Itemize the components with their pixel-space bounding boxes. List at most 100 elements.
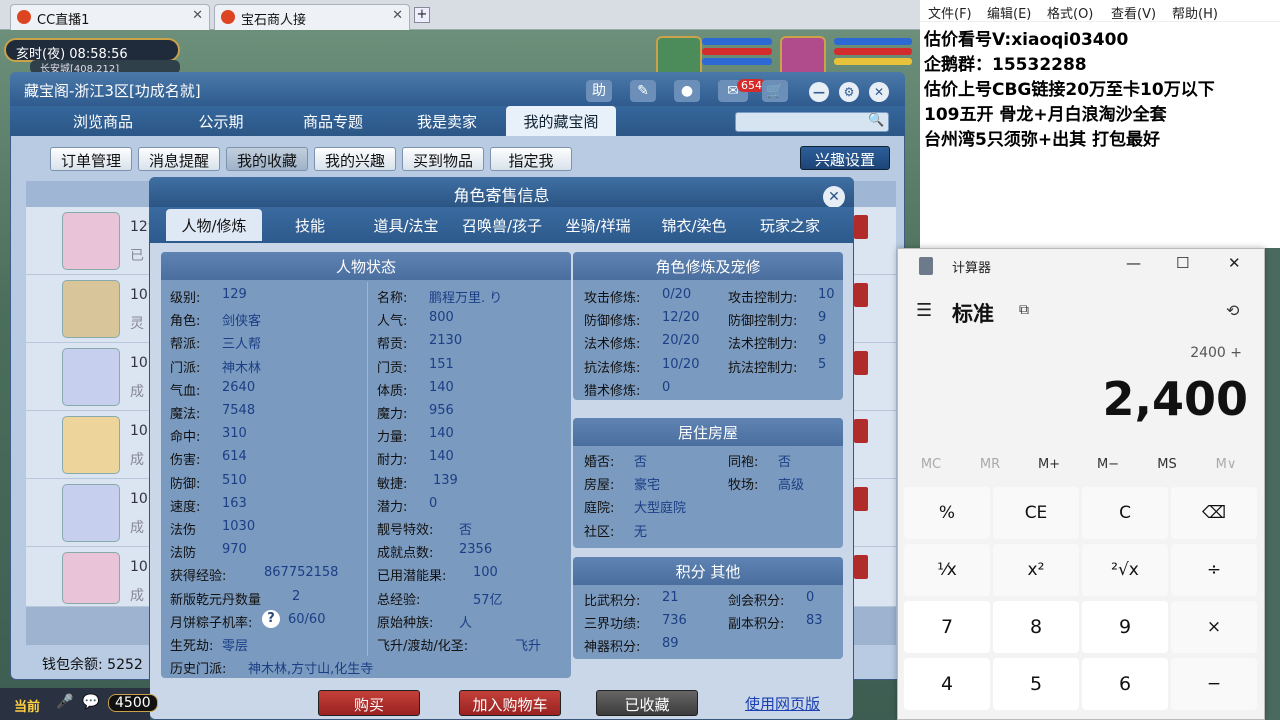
browser-tab-gem-merchant[interactable]: 宝石商人接 ✕ (214, 4, 410, 30)
search-input[interactable] (735, 112, 889, 132)
calculator-key[interactable]: ¹⁄x (904, 544, 990, 596)
dialog-title: 角色寄售信息 (149, 177, 854, 207)
list-item-status: 成 (130, 384, 144, 400)
designated-me-button[interactable]: 指定我 (490, 147, 572, 171)
buy-button[interactable]: 购买 (318, 690, 420, 716)
minimize-icon[interactable]: — (1126, 254, 1141, 272)
tab-seller[interactable]: 我是卖家 (392, 106, 502, 136)
calculator-key[interactable]: − (1171, 658, 1257, 710)
tab-player-home[interactable]: 玩家之家 (742, 209, 838, 241)
new-tab-button[interactable]: + (414, 7, 430, 23)
close-window-icon[interactable]: ✕ (869, 82, 889, 102)
memory-button[interactable]: MR (968, 457, 1012, 472)
help-question-icon[interactable]: ? (262, 609, 280, 628)
current-channel-label[interactable]: 当前 (14, 696, 40, 715)
stat-value: 510 (222, 472, 247, 488)
stat-value: 2130 (429, 333, 463, 349)
favorited-button[interactable]: 已收藏 (596, 690, 698, 716)
search-icon[interactable]: 🔍 (868, 113, 884, 128)
my-favorites-button[interactable]: 我的收藏 (226, 147, 308, 171)
calculator-key[interactable]: 6 (1082, 658, 1168, 710)
use-web-version-link[interactable]: 使用网页版 (745, 693, 820, 714)
history-icon[interactable]: ⟲ (1226, 301, 1239, 320)
tab-my-pavilion[interactable]: 我的藏宝阁 (506, 106, 616, 136)
tab-character-cultivation[interactable]: 人物/修炼 (166, 209, 262, 241)
panel-title: 居住房屋 (573, 418, 843, 446)
menu-help[interactable]: 帮助(H) (1172, 3, 1218, 22)
calculator-key[interactable]: x² (993, 544, 1079, 596)
tab-browse-goods[interactable]: 浏览商品 (48, 106, 158, 136)
calculator-key[interactable]: ⌫ (1171, 487, 1257, 539)
calculator-key[interactable]: 4 (904, 658, 990, 710)
menu-file[interactable]: 文件(F) (928, 3, 972, 22)
menu-format[interactable]: 格式(O) (1047, 3, 1093, 22)
tab-outfits-dyes[interactable]: 锦衣/染色 (646, 209, 742, 241)
memory-button[interactable]: M+ (1027, 457, 1071, 472)
stop-icon[interactable]: ● (674, 80, 700, 102)
stat-label: 帮贡: (377, 337, 408, 353)
close-dialog-icon[interactable]: ✕ (823, 186, 845, 208)
calculator-key[interactable]: × (1171, 601, 1257, 653)
memory-button[interactable]: M∨ (1204, 457, 1248, 472)
calculator-key[interactable]: 5 (993, 658, 1079, 710)
interest-settings-button[interactable]: 兴趣设置 (800, 146, 890, 170)
stat-field: 获得经验: 867752158 (170, 565, 338, 584)
stat-label: 魔力: (377, 407, 408, 422)
calculator-key[interactable]: ÷ (1171, 544, 1257, 596)
keep-on-top-icon[interactable]: ⧉ (1019, 302, 1029, 318)
message-reminder-button[interactable]: 消息提醒 (138, 147, 220, 171)
calculator-key[interactable]: CE (993, 487, 1079, 539)
memory-button[interactable]: MC (909, 457, 953, 472)
settings-gear-icon[interactable]: ⚙ (839, 82, 859, 102)
stat-field: 角色: 剑侠客 (170, 310, 261, 329)
stat-value: 2356 (459, 542, 493, 558)
stat-label: 生死劫: (170, 639, 214, 654)
notepad-menu-bar (920, 0, 1280, 22)
close-icon[interactable]: ✕ (1228, 254, 1241, 272)
stat-value: 151 (429, 356, 454, 372)
close-tab-icon[interactable]: ✕ (192, 8, 203, 23)
my-interests-button[interactable]: 我的兴趣 (314, 147, 396, 171)
tab-summons-children[interactable]: 召唤兽/孩子 (454, 209, 550, 241)
bought-items-button[interactable]: 买到物品 (402, 147, 484, 171)
menu-view[interactable]: 查看(V) (1111, 3, 1156, 22)
memory-button[interactable]: MS (1145, 457, 1189, 472)
calculator-key[interactable]: ²√x (1082, 544, 1168, 596)
tab-topics[interactable]: 商品专题 (278, 106, 388, 136)
calculator-key[interactable]: 7 (904, 601, 990, 653)
stat-value: 剑侠客 (222, 314, 262, 330)
tab-mounts[interactable]: 坐骑/祥瑞 (550, 209, 646, 241)
stat-value: 9 (818, 310, 827, 326)
stat-value: 2 (292, 588, 301, 604)
microphone-icon[interactable]: 🎤 (56, 694, 73, 710)
tab-skills[interactable]: 技能 (262, 209, 358, 241)
maximize-icon[interactable]: ☐ (1176, 254, 1189, 272)
add-to-cart-button[interactable]: 加入购物车 (459, 690, 561, 716)
close-tab-icon[interactable]: ✕ (392, 8, 403, 23)
tab-items-treasures[interactable]: 道具/法宝 (358, 209, 454, 241)
minimize-icon[interactable]: — (809, 82, 829, 102)
calculator-key[interactable]: C (1082, 487, 1168, 539)
stat-value: 800 (429, 310, 454, 326)
stat-value: 867752158 (264, 565, 339, 581)
help-button[interactable]: 助 (586, 80, 612, 102)
stat-value: 10 (818, 287, 835, 302)
memory-button[interactable]: M− (1086, 457, 1130, 472)
stat-field: 神器积分: 89 (584, 636, 679, 655)
pin-icon[interactable]: ✎ (630, 80, 656, 102)
order-management-button[interactable]: 订单管理 (50, 147, 132, 171)
hamburger-menu-icon[interactable]: ☰ (916, 300, 932, 321)
chat-bubble-icon[interactable]: 💬 (82, 694, 99, 710)
calculator-key[interactable]: 9 (1082, 601, 1168, 653)
browser-tab-cc-live[interactable]: CC直播1 ✕ (10, 4, 210, 30)
cart-icon[interactable]: 🛒 (762, 80, 788, 102)
tab-publicity[interactable]: 公示期 (166, 106, 276, 136)
stat-label: 猎术修炼: (584, 383, 641, 399)
stat-value: 豪宅 (634, 478, 661, 494)
stat-value: 人 (459, 615, 473, 631)
calculator-key[interactable]: % (904, 487, 990, 539)
calculator-key[interactable]: 8 (993, 601, 1079, 653)
stat-label: 法防 (170, 546, 197, 562)
menu-edit[interactable]: 编辑(E) (987, 3, 1031, 22)
pet-hp-bar (702, 48, 772, 55)
